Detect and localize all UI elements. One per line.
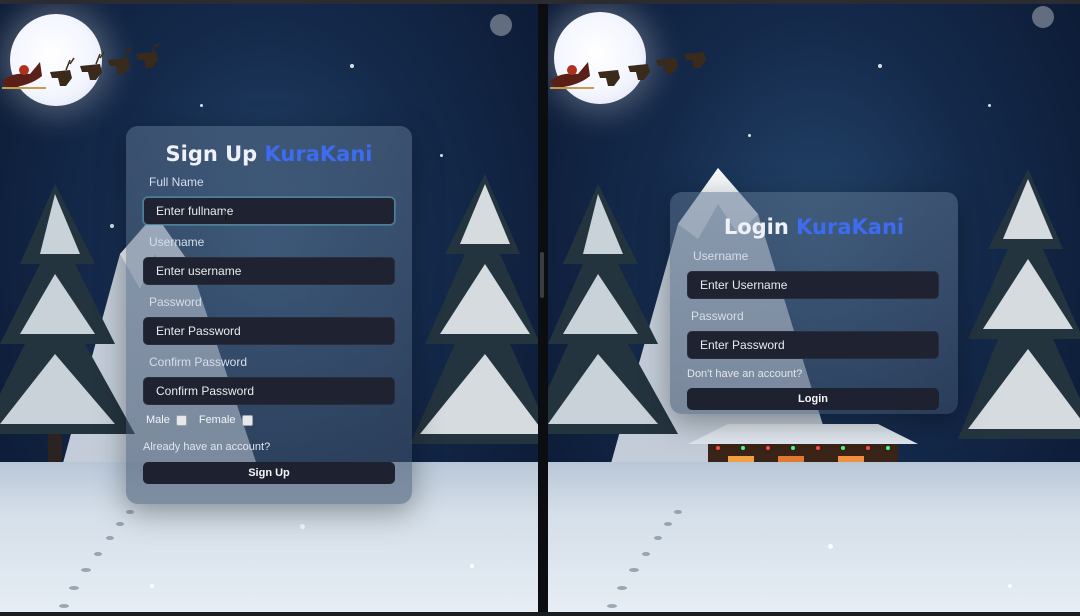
snowflake (490, 14, 512, 36)
snowflake (1008, 584, 1012, 588)
login-title-brand: KuraKani (796, 215, 905, 239)
santa-sleigh-icon (550, 52, 706, 89)
gender-male-checkbox[interactable] (175, 414, 187, 426)
login-pane: Login KuraKani Username Password Don't h… (548, 4, 1080, 612)
signup-title-prefix: Sign Up (165, 142, 258, 166)
signup-button[interactable]: Sign Up (143, 462, 395, 484)
pine-tree-right (958, 169, 1080, 439)
snowflake (150, 584, 154, 588)
username-input[interactable] (143, 257, 395, 285)
pine-tree-right (410, 174, 538, 444)
snowflake (988, 104, 991, 107)
signup-card: Sign Up KuraKani Full Name I Username Pa… (126, 126, 412, 504)
confirm-password-label: Confirm Password (149, 355, 248, 369)
footprints (607, 510, 682, 608)
snowflake (748, 134, 751, 137)
pine-tree-left (548, 184, 678, 434)
snowflake (828, 544, 833, 549)
password-label: Password (149, 295, 202, 309)
santa-sleigh-icon (2, 42, 161, 89)
already-have-account-link[interactable]: Already have an account? (143, 441, 270, 453)
login-button[interactable]: Login (687, 388, 939, 410)
snowflake (878, 64, 882, 68)
login-title: Login KuraKani (670, 215, 958, 239)
login-username-label: Username (693, 249, 749, 263)
snowflake (1032, 6, 1054, 28)
gender-row: Male Female (146, 414, 265, 426)
signup-pane: Sign Up KuraKani Full Name I Username Pa… (0, 4, 538, 612)
text-cursor-icon: I (224, 208, 228, 223)
snowflake (350, 64, 354, 68)
dont-have-account-link[interactable]: Don't have an account? (687, 368, 802, 380)
gender-female-checkbox[interactable] (241, 414, 253, 426)
footprints (59, 510, 134, 608)
pine-tree-left (0, 184, 135, 464)
username-label: Username (149, 235, 205, 249)
login-username-input[interactable] (687, 271, 939, 299)
gender-female-label: Female (198, 414, 236, 426)
fullname-input[interactable] (143, 197, 395, 225)
split-divider-handle[interactable] (540, 252, 544, 298)
signup-title: Sign Up KuraKani (126, 142, 412, 166)
snowflake (200, 104, 203, 107)
snowflake (300, 524, 305, 529)
login-password-input[interactable] (687, 331, 939, 359)
login-password-label: Password (691, 309, 744, 323)
gender-male-label: Male (146, 414, 170, 426)
snowflake (440, 154, 443, 157)
login-title-prefix: Login (723, 215, 789, 239)
snowflake (110, 224, 114, 228)
fullname-label: Full Name (149, 175, 204, 189)
signup-title-brand: KuraKani (264, 142, 373, 166)
window-bottom-bar (0, 612, 1080, 616)
confirm-password-input[interactable] (143, 377, 395, 405)
snowflake (470, 564, 474, 568)
password-input[interactable] (143, 317, 395, 345)
login-card: Login KuraKani Username Password Don't h… (670, 192, 958, 414)
